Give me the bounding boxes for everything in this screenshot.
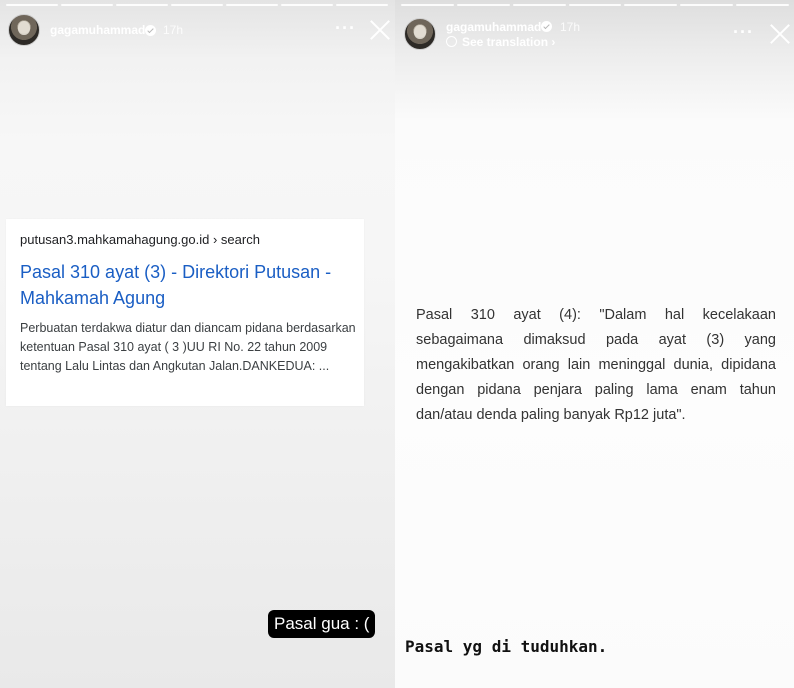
result-snippet: Perbuatan terdakwa diatur dan diancam pi…: [20, 321, 356, 373]
username[interactable]: gagamuhammad: [446, 20, 541, 34]
avatar[interactable]: [404, 18, 436, 50]
caption-text: Pasal gua : (: [268, 610, 376, 638]
verified-icon: [145, 25, 156, 36]
story-time: 17h: [560, 20, 581, 34]
more-icon[interactable]: ···: [733, 22, 754, 43]
story-left[interactable]: gagamuhammad 17h ··· putusan3.mahkamahag…: [0, 0, 395, 688]
story-progress-bar: [6, 4, 390, 6]
more-icon[interactable]: ···: [335, 18, 356, 39]
verified-icon: [541, 21, 552, 32]
search-result-card[interactable]: putusan3.mahkamahagung.go.id › search Pa…: [6, 219, 364, 406]
story-progress-bar: [401, 4, 790, 6]
caption-text: Pasal yg di tuduhkan.: [405, 637, 608, 656]
close-icon[interactable]: [769, 23, 791, 45]
avatar[interactable]: [8, 14, 40, 46]
result-url[interactable]: putusan3.mahkamahagung.go.id › search: [20, 232, 260, 247]
story-time: 17h: [163, 23, 184, 37]
close-icon[interactable]: [369, 19, 391, 41]
globe-icon: [446, 36, 457, 47]
result-title[interactable]: Pasal 310 ayat (3) - Direktori Putusan -…: [20, 259, 360, 311]
see-translation-link[interactable]: See translation ›: [446, 35, 555, 49]
quoted-article-text: Pasal 310 ayat (4): "Dalam hal kecelakaa…: [416, 307, 776, 423]
see-translation-label[interactable]: See translation ›: [462, 35, 555, 49]
username[interactable]: gagamuhammad: [50, 23, 145, 37]
